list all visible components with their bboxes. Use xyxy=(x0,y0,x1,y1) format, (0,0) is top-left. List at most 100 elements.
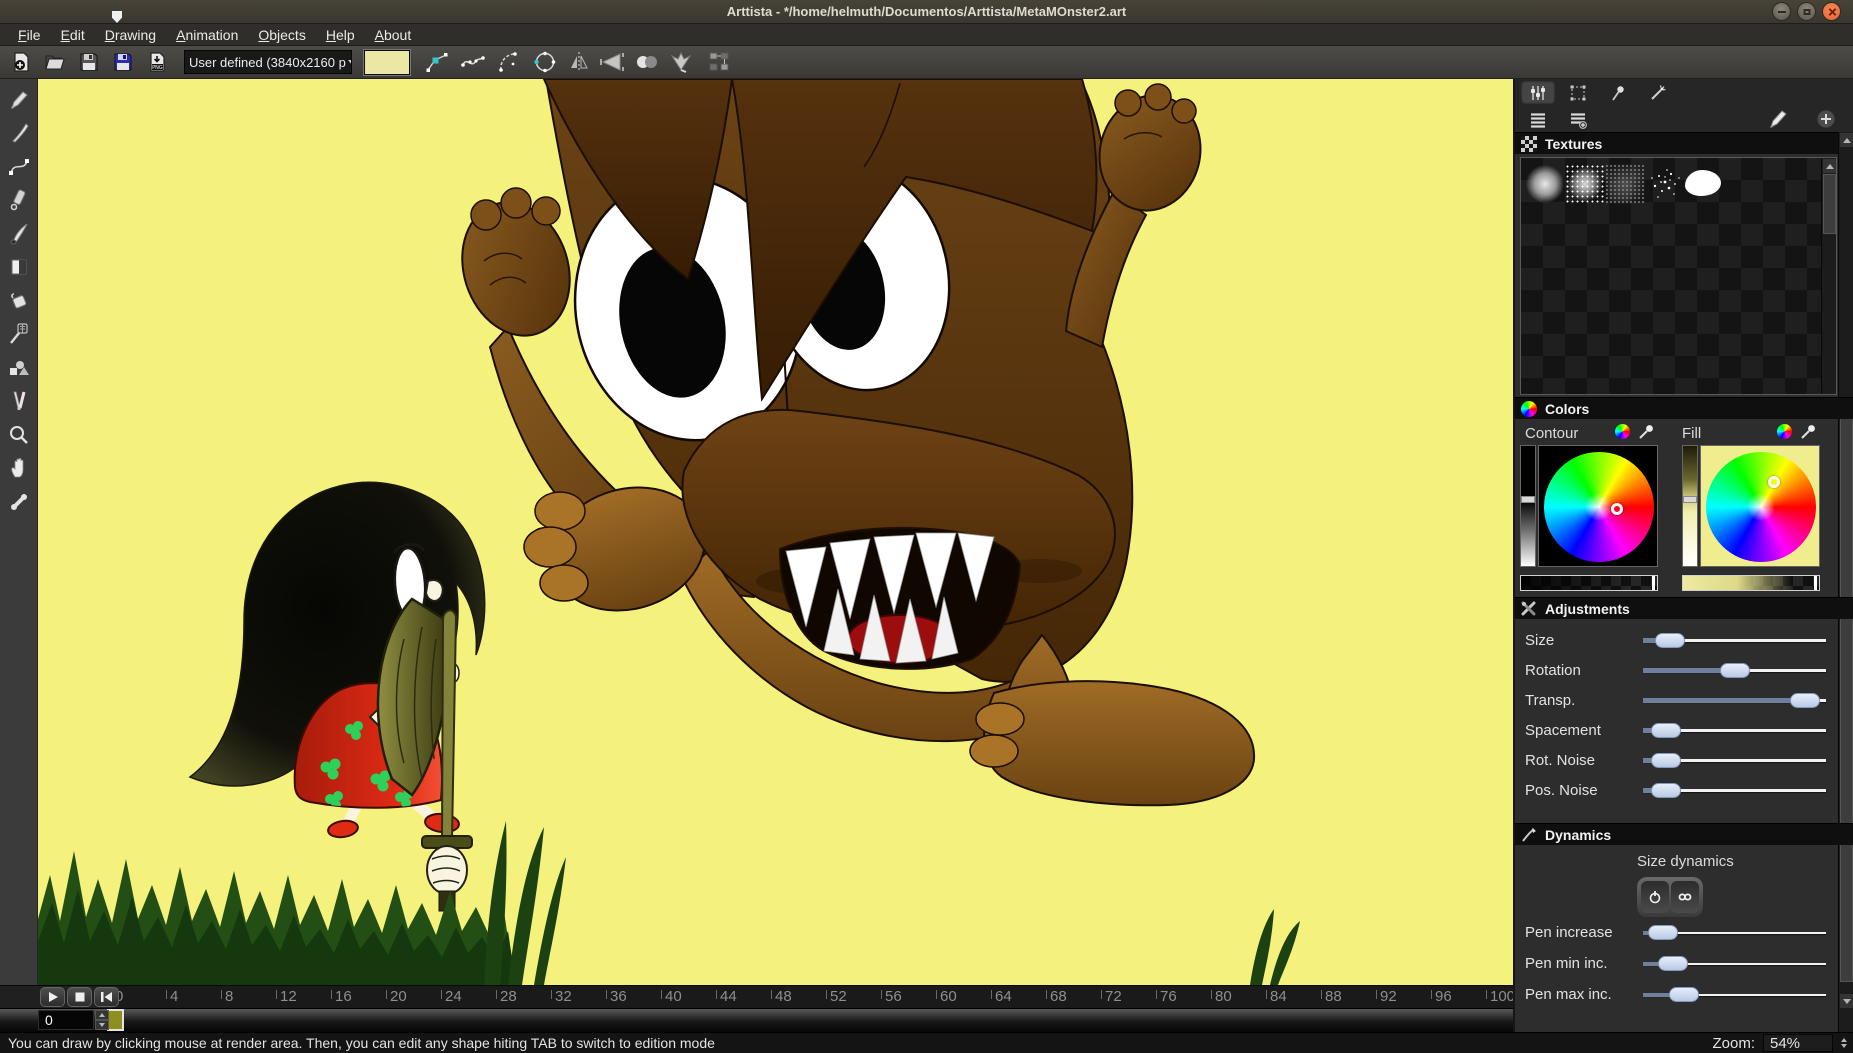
slider-handle[interactable] xyxy=(1647,925,1678,940)
menu-help[interactable]: Help xyxy=(316,27,365,43)
close-button[interactable] xyxy=(1822,2,1841,21)
slider-handle[interactable] xyxy=(1658,956,1689,971)
save-as-button[interactable] xyxy=(110,49,136,75)
dynamics-off-button[interactable] xyxy=(1641,881,1669,913)
minimize-button[interactable] xyxy=(1772,2,1791,21)
fill-value-handle[interactable] xyxy=(1683,496,1697,503)
slider-handle[interactable] xyxy=(1650,752,1681,768)
freehand-curve-tool[interactable] xyxy=(460,49,486,75)
cone-tool[interactable] xyxy=(600,49,626,75)
menu-file[interactable]: File xyxy=(8,27,51,43)
fill-color-wheel[interactable] xyxy=(1706,452,1816,562)
keyframe-track[interactable] xyxy=(0,1008,1513,1032)
slider-pos-noise[interactable] xyxy=(1643,782,1826,798)
export-png-button[interactable]: PNG xyxy=(144,49,170,75)
pen-tool[interactable] xyxy=(3,117,35,151)
arc-tool[interactable] xyxy=(496,49,522,75)
texture-scroll-up[interactable] xyxy=(1823,159,1836,173)
fill-alpha-bar[interactable] xyxy=(1682,575,1820,591)
texture-scroll-thumb[interactable] xyxy=(1823,174,1836,234)
edit-brush-button[interactable] xyxy=(1761,107,1795,130)
contour-wheel-cursor[interactable] xyxy=(1611,503,1623,515)
zoom-spin-up[interactable] xyxy=(1841,1038,1847,1042)
zoom-spin-down[interactable] xyxy=(1841,1044,1847,1048)
bone-tool[interactable] xyxy=(3,485,35,519)
frame-spin-down[interactable] xyxy=(95,1020,109,1030)
texture-palette[interactable] xyxy=(1520,157,1837,395)
textures-header[interactable]: Textures xyxy=(1515,132,1853,154)
texture-swatch-splatter[interactable] xyxy=(1645,164,1685,204)
texture-swatch-soft[interactable] xyxy=(1525,164,1565,204)
current-fill-swatch[interactable] xyxy=(363,48,411,76)
swatter-tool[interactable] xyxy=(3,318,35,352)
slider-rot-noise[interactable] xyxy=(1643,752,1826,768)
panel-scroll-down[interactable] xyxy=(1840,994,1853,1008)
slider-handle[interactable] xyxy=(1655,632,1686,648)
panel-scroll-thumb[interactable] xyxy=(1840,412,1853,982)
nib-tool[interactable] xyxy=(3,385,35,419)
canvas-preset-dropdown[interactable]: User defined (3840x2160 p xyxy=(184,50,352,74)
zoom-value[interactable]: 54% xyxy=(1763,1034,1833,1052)
ink-brush-tool[interactable] xyxy=(3,217,35,251)
render-area[interactable] xyxy=(38,79,1513,985)
layer-list-button[interactable] xyxy=(1521,108,1555,131)
menu-objects[interactable]: Objects xyxy=(248,27,315,43)
pan-tool[interactable] xyxy=(3,452,35,486)
menu-animation[interactable]: Animation xyxy=(166,27,248,43)
contour-wheel-box[interactable] xyxy=(1538,445,1658,567)
contour-eyedropper-icon[interactable] xyxy=(1637,423,1655,441)
keyframe-cell[interactable] xyxy=(107,1009,124,1031)
contour-value-bar[interactable] xyxy=(1520,445,1536,567)
tab-brush-settings[interactable] xyxy=(1521,81,1555,104)
slider-handle[interactable] xyxy=(1650,722,1681,738)
adjustments-header[interactable]: Adjustments xyxy=(1515,597,1853,619)
add-brush-button[interactable] xyxy=(1809,107,1843,130)
skip-to-start-button[interactable] xyxy=(94,987,119,1007)
slider-size[interactable] xyxy=(1643,632,1826,648)
paint-bucket-tool[interactable] xyxy=(3,284,35,318)
ellipse-tool[interactable] xyxy=(532,49,558,75)
zoom-tool[interactable] xyxy=(3,418,35,452)
group-objects-tool[interactable] xyxy=(706,49,732,75)
frame-spin-up[interactable] xyxy=(95,1010,109,1020)
fill-rectangle-tool[interactable] xyxy=(3,251,35,285)
node-edit-tool[interactable] xyxy=(424,49,450,75)
fill-wheel-cursor[interactable] xyxy=(1768,476,1780,488)
fill-wheel-box[interactable] xyxy=(1700,445,1820,567)
current-frame-display[interactable]: 0 xyxy=(38,1010,94,1030)
slider-transp[interactable] xyxy=(1643,692,1826,708)
slider-pen-min-inc[interactable] xyxy=(1643,956,1826,972)
maximize-button[interactable] xyxy=(1797,2,1816,21)
colors-header[interactable]: Colors xyxy=(1515,397,1853,419)
fill-alpha-handle[interactable] xyxy=(1814,576,1817,590)
play-button[interactable] xyxy=(40,987,65,1007)
slider-pen-increase[interactable] xyxy=(1643,925,1826,941)
menu-edit[interactable]: Edit xyxy=(51,27,95,43)
texture-scrollbar[interactable] xyxy=(1821,158,1836,394)
contour-value-handle[interactable] xyxy=(1521,496,1535,503)
blend-circles-tool[interactable] xyxy=(634,49,660,75)
contour-alpha-bar[interactable] xyxy=(1520,575,1658,591)
menu-about[interactable]: About xyxy=(365,27,422,43)
pencil-tool[interactable] xyxy=(3,83,35,117)
open-file-button[interactable] xyxy=(42,49,68,75)
slider-pen-max-inc[interactable] xyxy=(1643,987,1826,1003)
mirror-tool[interactable] xyxy=(566,49,592,75)
add-layer-button[interactable] xyxy=(1561,108,1595,131)
slider-handle[interactable] xyxy=(1719,662,1750,678)
menu-drawing[interactable]: Drawing xyxy=(95,27,166,43)
fill-value-bar[interactable] xyxy=(1682,445,1698,567)
contour-alpha-handle[interactable] xyxy=(1652,576,1655,590)
panel-scrollbar[interactable] xyxy=(1838,132,1853,1032)
slider-spacement[interactable] xyxy=(1643,722,1826,738)
contour-color-wheel[interactable] xyxy=(1544,452,1654,562)
slider-handle[interactable] xyxy=(1650,782,1681,798)
panel-scroll-up[interactable] xyxy=(1840,133,1853,147)
tab-transform[interactable] xyxy=(1561,81,1595,104)
dynamics-header[interactable]: Dynamics xyxy=(1515,823,1853,845)
slider-handle[interactable] xyxy=(1789,692,1820,708)
tab-magic-wand[interactable] xyxy=(1641,81,1675,104)
texture-swatch-grain[interactable] xyxy=(1605,164,1645,204)
shapes-tool[interactable] xyxy=(3,351,35,385)
slider-rotation[interactable] xyxy=(1643,662,1826,678)
